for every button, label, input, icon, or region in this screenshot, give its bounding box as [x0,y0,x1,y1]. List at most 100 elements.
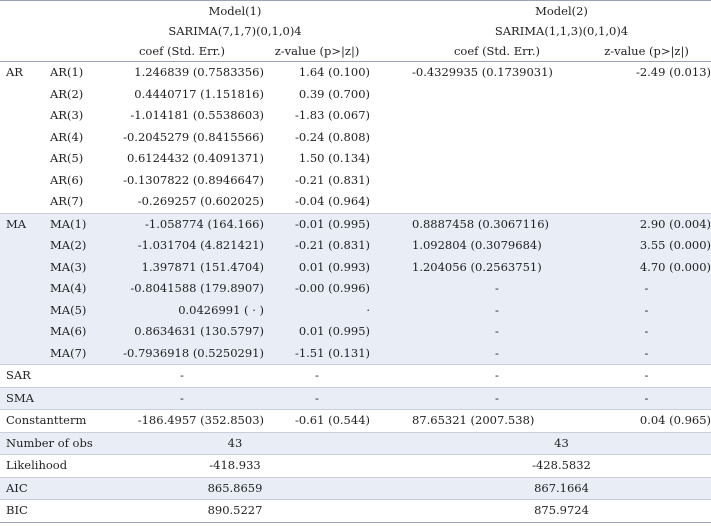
spacer [370,409,412,432]
term-label: MA(7) [48,342,100,365]
model2-z [582,127,711,149]
group-label: AR [6,65,23,79]
spacer [370,170,412,192]
model1-z: 0.39 (0.700) [298,86,370,101]
model1-z: -0.00 (0.996) [264,278,370,300]
model2-coef: - [412,342,582,365]
model1-z: 1.50 (0.134) [298,151,370,165]
results-table-container: Model(1) Model(2) SARIMA(7,1,7)(0,1,0)4 … [0,0,711,526]
model2-z: 2.90 (0.004) [582,212,711,235]
stat-label: Number of obs [0,431,100,455]
stat-label: Likelihood [0,454,100,477]
model2-z: - [582,299,711,321]
model1-coef: 0.4440717 (1.151816) [134,86,264,101]
term-label: MA(6) [48,321,100,343]
spacer [370,212,412,235]
table-row: MA(2) -1.031704 (4.821421) -0.21 (0.831) 1.… [0,235,711,257]
model1-z: 0.01 (0.993) [264,256,370,278]
spacer [370,235,412,257]
table-row: Likelihood -418.933 -428.5832 [0,454,711,477]
model2-z [582,148,711,170]
model2-z: - [582,342,711,365]
table-row: SAR - - - - [0,364,711,387]
spacer [370,454,412,477]
model2-coef [412,170,582,192]
model2-z [582,84,711,106]
model1-z: -0.24 (0.808) [294,129,370,144]
model1-z: 1.64 (0.100) [298,65,370,79]
table-row: SMA - - - - [0,386,711,410]
spacer [370,105,412,127]
group-label [0,148,48,170]
table-row: MA(4) -0.8041588 (179.8907) -0.00 (0.996) -… [0,278,711,300]
spacer [370,62,412,84]
model2-z-header: z-value (p>|z|) [582,41,711,62]
model2-coef: - [412,386,582,410]
spacer [370,256,412,278]
table-row: MA(3) 1.397871 (151.4704) 0.01 (0.993) 1.20… [0,256,711,278]
model1-coef: 1.397871 (151.4704) [100,256,264,278]
model1-coef: -1.014181 (0.5538603) [130,108,264,122]
model1-z: -0.04 (0.964) [294,194,370,208]
model2-coef [412,127,582,149]
table-row: Constantterm -186.4957 (352.8503) -0.61 (0… [0,409,711,432]
model2-stat: 43 [412,431,711,455]
header-row-spec: SARIMA(7,1,7)(0,1,0)4 SARIMA(1,1,3)(0,1,… [0,21,711,41]
model1-coef: 0.8634631 (130.5797) [100,321,264,343]
spacer [370,299,412,321]
table-row: AIC 865.8659 867.1664 [0,476,711,500]
table-row: MA MA(1) -1.058774 (164.166) -0.01 (0.995) 0… [0,212,711,235]
model2-coef-header: coef (Std. Err.) [412,41,582,62]
model1-spec: SARIMA(7,1,7)(0,1,0)4 [168,24,302,38]
model2-z: - [582,386,711,410]
model1-z: 0.01 (0.995) [264,321,370,343]
group-label [0,321,48,343]
term-label: AR(2) [50,86,84,101]
table-row: AR(5) 0.6124432 (0.4091371) 1.50 (0.134) [0,148,711,170]
model1-coef: -0.1307822 (0.8946647) [123,172,264,187]
model1-stat: 865.8659 [100,476,370,500]
term-label: MA(5) [48,299,100,321]
model1-coef: -1.058774 (164.166) [100,212,264,235]
model2-z [582,191,711,213]
model1-stat: 43 [100,431,370,455]
spacer [370,364,412,387]
model2-z: -2.49 (0.013) [635,65,711,79]
model1-coef-header: coef (Std. Err.) [100,41,264,62]
table-row: MA(5) 0.0426991 ( · ) · - - [0,299,711,321]
model1-coef: -186.4957 (352.8503) [100,409,264,432]
term-label: AR(5) [50,151,84,165]
term-label: AR(6) [50,172,84,187]
model2-coef [412,84,582,106]
model2-z [582,105,711,127]
row-label: SMA [0,386,100,410]
table-row: AR(6) -0.1307822 (0.8946647) -0.21 (0.831) [0,170,711,192]
table-row: Number of obs 43 43 [0,431,711,455]
model2-coef: 0.8887458 (0.3067116) [412,212,582,235]
table-row: AR(4) -0.2045279 (0.8415566) -0.24 (0.808) [0,127,711,149]
group-label [0,256,48,278]
model2-coef [412,105,582,127]
group-label [0,105,48,127]
row-label: SAR [0,364,100,387]
table-row: AR(3) -1.014181 (0.5538603) -1.83 (0.067) [0,105,711,127]
model1-title: Model(1) [100,0,370,21]
term-label: MA(2) [48,235,100,257]
row-label: Constantterm [0,409,100,432]
model2-title: Model(2) [412,0,711,21]
model1-z: - [264,386,370,410]
group-label [0,84,48,106]
spacer [370,148,412,170]
group-label [0,191,48,213]
model1-coef: 0.0426991 ( · ) [100,299,264,321]
group-label [0,127,48,149]
sarima-results-table: Model(1) Model(2) SARIMA(7,1,7)(0,1,0)4 … [0,0,711,523]
model2-spec: SARIMA(1,1,3)(0,1,0)4 [494,24,629,38]
model1-z: -0.21 (0.831) [294,172,370,187]
spacer [370,321,412,343]
group-label: MA [0,212,48,235]
model2-coef [412,148,582,170]
model2-z: 4.70 (0.000) [582,256,711,278]
model2-z: 0.04 (0.965) [582,409,711,432]
stat-label: AIC [0,476,100,500]
